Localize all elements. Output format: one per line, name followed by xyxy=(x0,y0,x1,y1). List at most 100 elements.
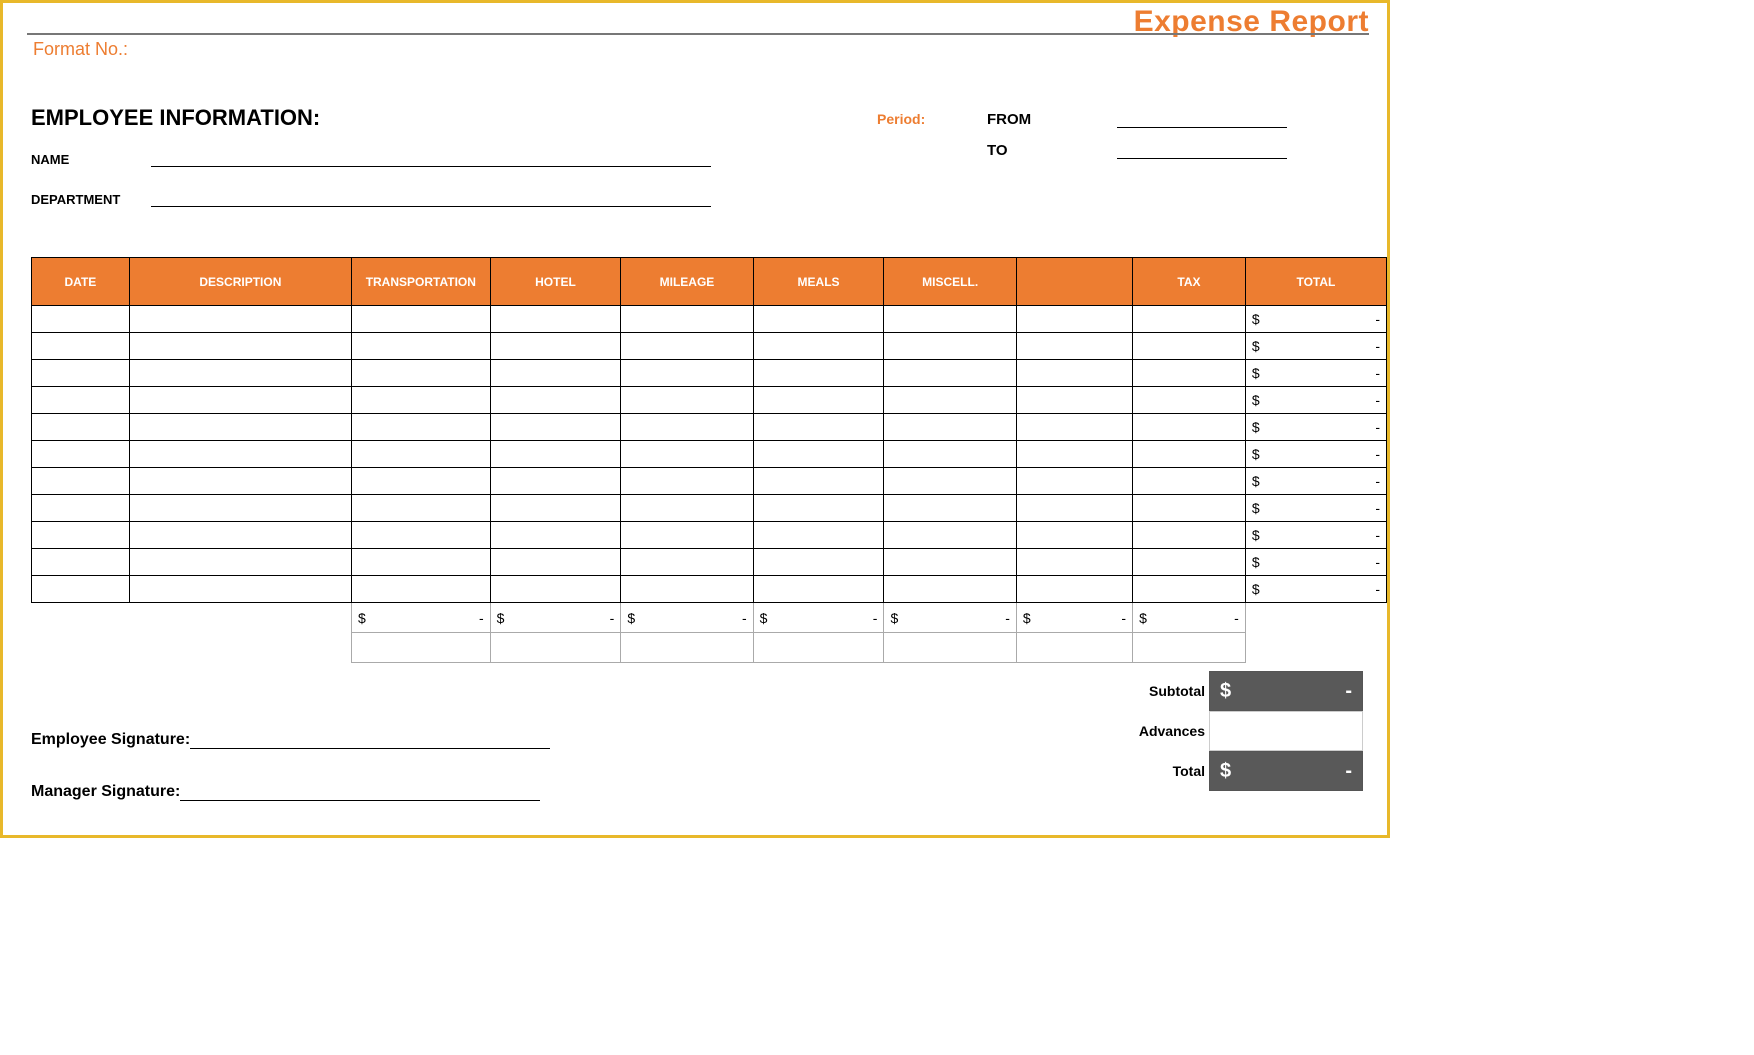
cell[interactable] xyxy=(1016,522,1132,549)
cell[interactable] xyxy=(129,333,351,360)
cell[interactable] xyxy=(621,549,753,576)
cell[interactable] xyxy=(351,495,490,522)
cell[interactable] xyxy=(490,441,621,468)
cell[interactable] xyxy=(32,522,130,549)
from-input-line[interactable] xyxy=(1117,112,1287,128)
cell[interactable] xyxy=(490,414,621,441)
cell[interactable] xyxy=(1016,387,1132,414)
cell[interactable] xyxy=(884,333,1016,360)
cell[interactable] xyxy=(1016,414,1132,441)
cell[interactable] xyxy=(351,576,490,603)
cell[interactable] xyxy=(32,495,130,522)
cell[interactable] xyxy=(351,387,490,414)
cell[interactable] xyxy=(1016,576,1132,603)
cell[interactable] xyxy=(129,522,351,549)
blank-cell[interactable] xyxy=(753,633,884,663)
blank-cell[interactable] xyxy=(351,633,490,663)
cell[interactable] xyxy=(621,306,753,333)
cell[interactable] xyxy=(32,441,130,468)
cell[interactable] xyxy=(490,333,621,360)
cell[interactable] xyxy=(490,306,621,333)
cell[interactable] xyxy=(884,441,1016,468)
cell[interactable] xyxy=(621,387,753,414)
blank-cell[interactable] xyxy=(884,633,1016,663)
cell[interactable] xyxy=(753,441,884,468)
cell[interactable] xyxy=(884,414,1016,441)
cell[interactable] xyxy=(129,468,351,495)
cell[interactable] xyxy=(1133,441,1246,468)
cell[interactable] xyxy=(351,549,490,576)
cell[interactable] xyxy=(129,576,351,603)
department-input-line[interactable] xyxy=(151,191,711,207)
cell[interactable] xyxy=(753,576,884,603)
cell[interactable] xyxy=(351,414,490,441)
cell[interactable] xyxy=(753,387,884,414)
cell[interactable] xyxy=(753,360,884,387)
cell[interactable] xyxy=(129,306,351,333)
cell[interactable] xyxy=(884,468,1016,495)
to-input-line[interactable] xyxy=(1117,143,1287,159)
cell[interactable] xyxy=(490,360,621,387)
cell[interactable] xyxy=(32,306,130,333)
cell[interactable] xyxy=(1016,333,1132,360)
cell[interactable] xyxy=(884,576,1016,603)
cell[interactable] xyxy=(884,306,1016,333)
cell[interactable] xyxy=(32,576,130,603)
cell[interactable] xyxy=(1133,495,1246,522)
cell[interactable] xyxy=(32,360,130,387)
cell[interactable] xyxy=(351,522,490,549)
cell[interactable] xyxy=(884,360,1016,387)
name-input-line[interactable] xyxy=(151,151,711,167)
cell[interactable] xyxy=(753,522,884,549)
employee-signature-line[interactable] xyxy=(190,733,550,749)
cell[interactable] xyxy=(1016,495,1132,522)
cell[interactable] xyxy=(129,360,351,387)
cell[interactable] xyxy=(490,468,621,495)
cell[interactable] xyxy=(621,414,753,441)
blank-cell[interactable] xyxy=(1016,633,1132,663)
cell[interactable] xyxy=(1133,414,1246,441)
cell[interactable] xyxy=(621,360,753,387)
cell[interactable] xyxy=(1133,576,1246,603)
cell[interactable] xyxy=(490,549,621,576)
cell[interactable] xyxy=(621,441,753,468)
cell[interactable] xyxy=(621,333,753,360)
cell[interactable] xyxy=(621,576,753,603)
cell[interactable] xyxy=(1133,360,1246,387)
cell[interactable] xyxy=(753,549,884,576)
cell[interactable] xyxy=(129,441,351,468)
advances-cell[interactable] xyxy=(1209,711,1363,751)
cell[interactable] xyxy=(32,414,130,441)
cell[interactable] xyxy=(490,387,621,414)
blank-cell[interactable] xyxy=(621,633,753,663)
cell[interactable] xyxy=(753,333,884,360)
cell[interactable] xyxy=(32,549,130,576)
cell[interactable] xyxy=(884,549,1016,576)
cell[interactable] xyxy=(1016,360,1132,387)
cell[interactable] xyxy=(884,387,1016,414)
cell[interactable] xyxy=(621,495,753,522)
cell[interactable] xyxy=(129,549,351,576)
cell[interactable] xyxy=(1133,549,1246,576)
cell[interactable] xyxy=(129,414,351,441)
cell[interactable] xyxy=(753,306,884,333)
manager-signature-line[interactable] xyxy=(180,785,540,801)
blank-cell[interactable] xyxy=(1133,633,1246,663)
cell[interactable] xyxy=(351,441,490,468)
cell[interactable] xyxy=(753,495,884,522)
cell[interactable] xyxy=(621,522,753,549)
cell[interactable] xyxy=(753,468,884,495)
cell[interactable] xyxy=(1016,441,1132,468)
blank-cell[interactable] xyxy=(490,633,621,663)
cell[interactable] xyxy=(753,414,884,441)
cell[interactable] xyxy=(1016,306,1132,333)
cell[interactable] xyxy=(490,576,621,603)
cell[interactable] xyxy=(351,468,490,495)
cell[interactable] xyxy=(621,468,753,495)
cell[interactable] xyxy=(1133,468,1246,495)
cell[interactable] xyxy=(884,522,1016,549)
cell[interactable] xyxy=(32,333,130,360)
cell[interactable] xyxy=(129,387,351,414)
cell[interactable] xyxy=(129,495,351,522)
cell[interactable] xyxy=(351,306,490,333)
